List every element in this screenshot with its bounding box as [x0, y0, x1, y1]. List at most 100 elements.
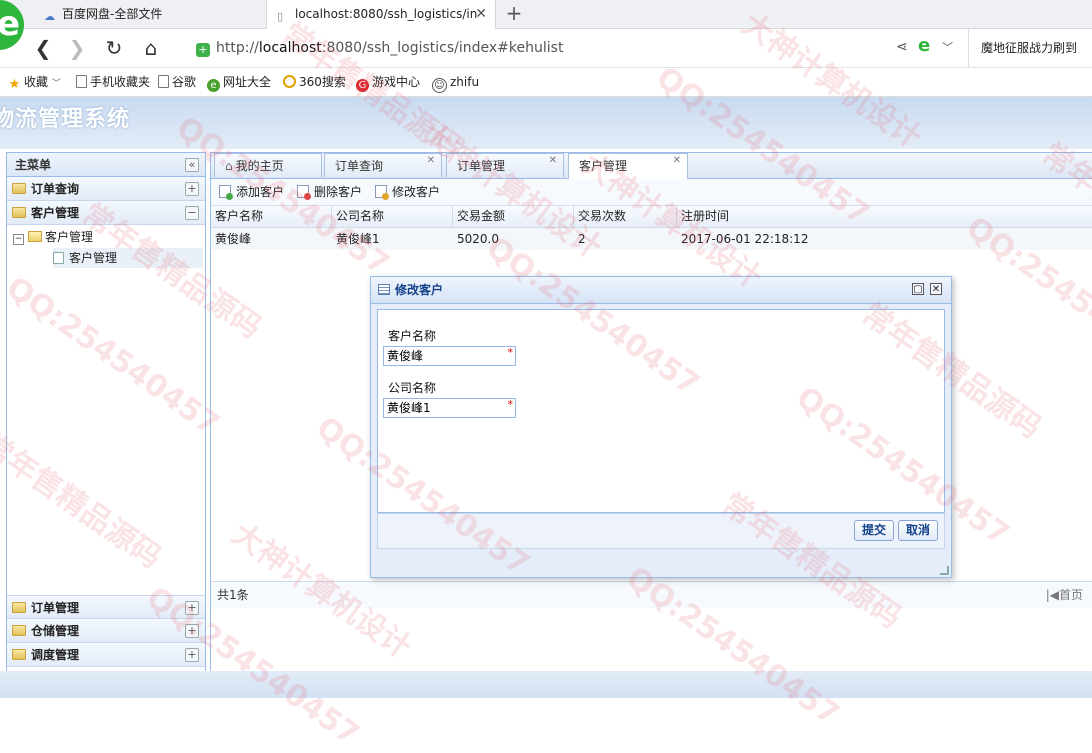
maximize-icon[interactable]: ▢ — [912, 283, 924, 295]
bookmark-mobile[interactable]: 手机收藏夹 — [76, 68, 150, 96]
app-title: 物流管理系统 — [0, 107, 131, 132]
accordion-label: 订单管理 — [31, 601, 80, 615]
pager-total: 共1条 — [217, 588, 249, 602]
accordion-label: 客户管理 — [31, 206, 80, 220]
close-icon[interactable]: ✕ — [673, 149, 681, 173]
tree-node-customer-management[interactable]: − 客户管理 — [13, 227, 93, 247]
bookmark-label: zhifu — [450, 75, 480, 89]
bookmark-google[interactable]: 谷歌 — [158, 68, 196, 96]
tree-collapse-icon[interactable]: − — [13, 234, 24, 245]
expand-icon[interactable]: + — [185, 182, 199, 196]
browser-tab-localhost[interactable]: ▯ localhost:8080/ssh_logistics/in ✕ — [266, 0, 496, 29]
collapse-icon[interactable]: − — [185, 206, 199, 220]
required-marker: * — [507, 346, 514, 359]
search-360-icon — [283, 75, 296, 88]
new-tab-button[interactable]: + — [502, 0, 526, 28]
dialog-form: 客户名称 黄俊峰 * 公司名称 黄俊峰1 * — [377, 309, 945, 513]
accordion-bottom-group: 订单管理 + 仓储管理 + 调度管理 + — [7, 595, 205, 667]
accordion-label: 订单查询 — [31, 182, 80, 196]
cloud-icon: ☁ — [44, 10, 55, 23]
first-page-button[interactable]: |◀首页 — [1046, 582, 1083, 608]
tab-order-management[interactable]: 订单管理 ✕ — [446, 153, 564, 177]
table-icon — [378, 284, 390, 295]
address-bar[interactable]: + http://localhost:8080/ssh_logistics/ind… — [196, 35, 876, 61]
folder-icon — [12, 625, 26, 636]
tab-label: 订单查询 — [335, 159, 384, 173]
button-label: 删除客户 — [314, 185, 363, 199]
accordion-order-query[interactable]: 订单查询 + — [7, 177, 205, 201]
tab-home[interactable]: ⌂ 我的主页 — [214, 153, 322, 177]
tree-node-label: 客户管理 — [45, 230, 94, 244]
bookmark-label: 网址大全 — [223, 75, 272, 89]
delete-customer-button[interactable]: 删除客户 — [297, 179, 362, 205]
accordion-order-management[interactable]: 订单管理 + — [7, 595, 205, 619]
expand-icon[interactable]: + — [185, 624, 199, 638]
column-header[interactable]: 公司名称 — [332, 206, 453, 227]
forward-arrow-icon[interactable]: ❯ — [64, 35, 90, 61]
collapse-left-icon[interactable]: « — [185, 158, 199, 172]
button-label: 添加客户 — [236, 185, 285, 199]
tab-customer-management[interactable]: 客户管理 ✕ — [568, 153, 688, 179]
grid-header: 客户名称 公司名称 交易金额 交易次数 注册时间 — [211, 206, 1092, 228]
bookmark-favorites[interactable]: ★ 收藏 ﹀ — [8, 68, 61, 96]
column-header[interactable]: 注册时间 — [677, 206, 1092, 227]
column-header[interactable]: 交易金额 — [453, 206, 574, 227]
first-page-icon: |◀ — [1045, 588, 1059, 602]
bookmark-game-center[interactable]: G 游戏中心 — [356, 68, 420, 96]
resize-handle[interactable] — [940, 566, 949, 575]
ie-mode-icon[interactable]: e — [918, 35, 930, 56]
main-menu-title: 主菜单 — [15, 158, 52, 172]
customer-name-input[interactable]: 黄俊峰 * — [383, 346, 516, 366]
delete-icon — [297, 185, 311, 200]
folder-open-icon — [28, 231, 42, 242]
close-icon[interactable]: ✕ — [427, 149, 435, 173]
document-icon — [76, 75, 87, 88]
accordion-dispatch-management[interactable]: 调度管理 + — [7, 643, 205, 667]
add-customer-button[interactable]: 添加客户 — [219, 179, 284, 205]
close-icon[interactable]: ✕ — [930, 283, 942, 295]
mask-icon: ☺ — [432, 78, 447, 93]
table-cell: 黄俊峰1 — [336, 232, 380, 246]
dialog-title: 修改客户 — [395, 283, 444, 297]
bookmark-zhifu[interactable]: ☺ zhifu — [432, 68, 479, 96]
tab-label: 客户管理 — [579, 159, 628, 173]
reload-icon[interactable]: ↻ — [101, 35, 127, 61]
submit-button[interactable]: 提交 — [854, 520, 894, 541]
required-marker: * — [507, 398, 514, 411]
tree-leaf-customer-management[interactable]: 客户管理 — [53, 248, 203, 268]
edit-customer-button[interactable]: 修改客户 — [375, 179, 440, 205]
browser-tab-baidu[interactable]: ☁ 百度网盘-全部文件 — [34, 0, 262, 28]
bookmark-hao123[interactable]: e 网址大全 — [207, 68, 271, 96]
table-cell: 5020.0 — [457, 232, 499, 246]
accordion-customer-management[interactable]: 客户管理 − — [7, 201, 205, 225]
bookmark-360-search[interactable]: 360搜索 — [283, 68, 346, 96]
column-header[interactable]: 交易次数 — [574, 206, 677, 227]
news-ticker[interactable]: 魔地征服战力刷到 — [968, 29, 1077, 67]
company-name-input[interactable]: 黄俊峰1 * — [383, 398, 516, 418]
share-icon[interactable]: ⋖ — [896, 39, 908, 55]
input-value: 黄俊峰 — [387, 349, 424, 363]
bookmark-label: 手机收藏夹 — [90, 75, 151, 89]
dialog-header[interactable]: 修改客户 ▢ ✕ — [371, 277, 951, 304]
expand-icon[interactable]: + — [185, 601, 199, 615]
expand-icon[interactable]: + — [185, 648, 199, 662]
app-footer — [0, 671, 1092, 698]
tab-order-query[interactable]: 订单查询 ✕ — [324, 153, 442, 177]
back-arrow-icon[interactable]: ❮ — [30, 35, 56, 61]
table-row[interactable]: 黄俊峰 黄俊峰1 5020.0 2 2017-06-01 22:18:12 — [211, 228, 1092, 250]
folder-icon — [12, 207, 26, 218]
url-host: localhost — [258, 40, 322, 56]
home-icon[interactable]: ⌂ — [138, 35, 164, 61]
main-menu-header: 主菜单 « — [7, 153, 205, 177]
cancel-button[interactable]: 取消 — [898, 520, 938, 541]
table-cell: 2 — [578, 232, 586, 246]
chevron-down-icon[interactable]: ﹀ — [942, 39, 953, 55]
close-icon[interactable]: ✕ — [549, 149, 557, 173]
accordion-warehouse-management[interactable]: 仓储管理 + — [7, 619, 205, 643]
tab-label: 订单管理 — [457, 159, 506, 173]
column-header[interactable]: 客户名称 — [211, 206, 332, 227]
tab-label: 我的主页 — [235, 159, 284, 173]
app-header: 物流管理系统 — [0, 97, 1092, 149]
chevron-down-icon: ﹀ — [51, 79, 61, 89]
close-tab-icon[interactable]: ✕ — [475, 0, 487, 28]
